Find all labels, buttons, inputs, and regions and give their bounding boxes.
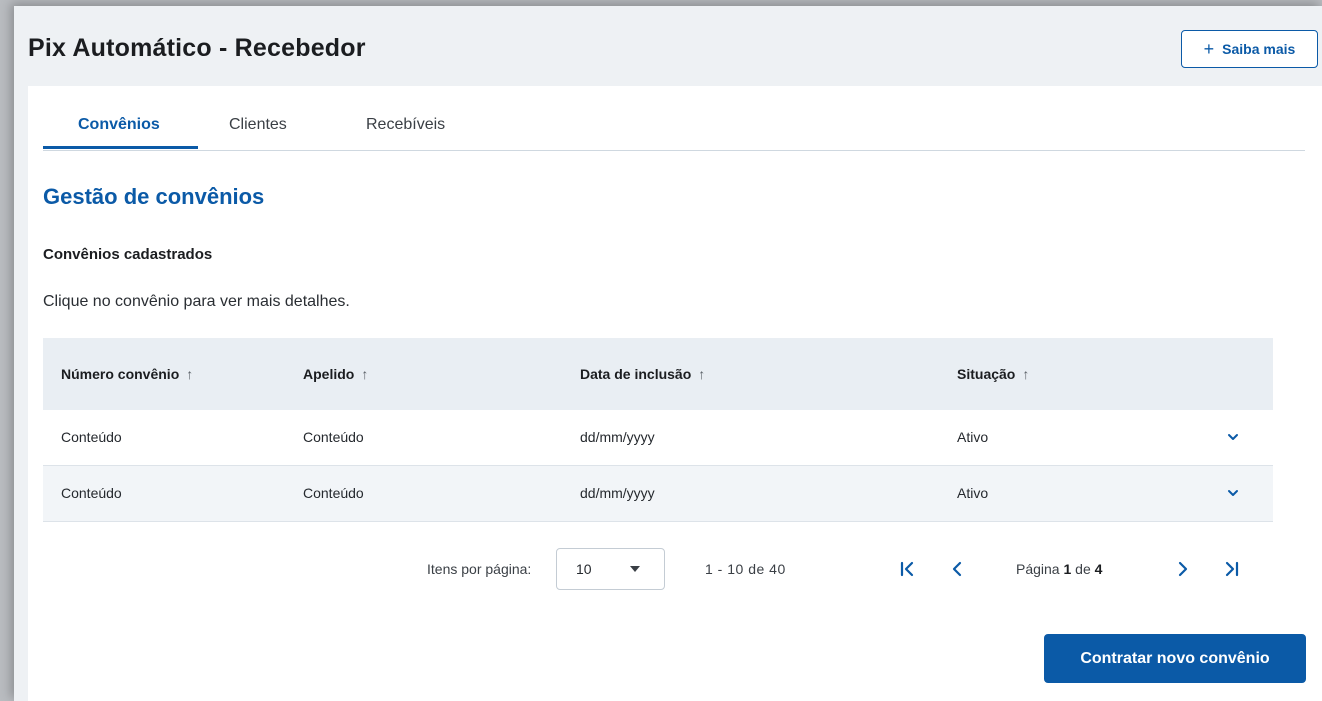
active-tab-indicator xyxy=(43,146,198,149)
pagination-range: 1 - 10 de 40 xyxy=(705,561,786,577)
current-page: 1 xyxy=(1063,561,1072,577)
tab-recebiveis[interactable]: Recebíveis xyxy=(366,116,445,149)
tab-bar: Convênios Clientes Recebíveis xyxy=(43,116,1305,151)
cell-situacao: Ativo xyxy=(957,429,989,445)
section-title: Gestão de convênios xyxy=(43,184,265,209)
hint-text: Clique no convênio para ver mais detalhe… xyxy=(43,293,350,310)
column-header-situacao[interactable]: Situação ↑ xyxy=(957,366,1029,382)
pagination: Itens por página: 10 1 - 10 de 40 Página… xyxy=(43,548,1273,592)
caret-down-icon xyxy=(630,566,640,572)
cell-data: dd/mm/yyyy xyxy=(580,485,655,501)
column-header-numero[interactable]: Número convênio ↑ xyxy=(61,366,193,382)
saiba-mais-label: Saiba mais xyxy=(1222,41,1296,57)
column-header-apelido[interactable]: Apelido ↑ xyxy=(303,366,368,382)
arrow-up-icon: ↑ xyxy=(1022,366,1030,382)
last-page-icon[interactable] xyxy=(1223,560,1241,578)
page-title: Pix Automático - Recebedor xyxy=(28,34,366,62)
app-window: Pix Automático - Recebedor + Saiba mais … xyxy=(14,6,1322,701)
subsection-title: Convênios cadastrados xyxy=(43,246,213,263)
items-per-page-label: Itens por página: xyxy=(427,561,532,577)
cell-situacao: Ativo xyxy=(957,485,989,501)
cell-data: dd/mm/yyyy xyxy=(580,429,655,445)
plus-icon: + xyxy=(1203,39,1215,59)
cell-apelido: Conteúdo xyxy=(303,429,364,445)
chevron-down-icon[interactable] xyxy=(1226,486,1240,500)
arrow-up-icon: ↑ xyxy=(698,366,706,382)
previous-page-icon[interactable] xyxy=(948,560,966,578)
next-page-icon[interactable] xyxy=(1174,560,1192,578)
table-row[interactable]: Conteúdo Conteúdo dd/mm/yyyy Ativo xyxy=(43,466,1273,522)
arrow-up-icon: ↑ xyxy=(361,366,369,382)
table-row[interactable]: Conteúdo Conteúdo dd/mm/yyyy Ativo xyxy=(43,410,1273,466)
convenios-table: Número convênio ↑ Apelido ↑ Data de incl… xyxy=(43,338,1273,522)
items-per-page-value: 10 xyxy=(576,561,592,577)
tab-clientes[interactable]: Clientes xyxy=(229,116,287,149)
cell-numero: Conteúdo xyxy=(61,485,122,501)
items-per-page-select[interactable]: 10 xyxy=(556,548,665,590)
cell-apelido: Conteúdo xyxy=(303,485,364,501)
total-pages: 4 xyxy=(1094,561,1103,577)
tab-convenios[interactable]: Convênios xyxy=(78,116,160,149)
content-card: Convênios Clientes Recebíveis Gestão de … xyxy=(28,86,1322,701)
chevron-down-icon[interactable] xyxy=(1226,430,1240,444)
saiba-mais-button[interactable]: + Saiba mais xyxy=(1181,30,1318,68)
arrow-up-icon: ↑ xyxy=(186,366,194,382)
table-header: Número convênio ↑ Apelido ↑ Data de incl… xyxy=(43,338,1273,410)
column-header-data[interactable]: Data de inclusão ↑ xyxy=(580,366,705,382)
contratar-novo-convenio-button[interactable]: Contratar novo convênio xyxy=(1044,634,1306,683)
cell-numero: Conteúdo xyxy=(61,429,122,445)
page-indicator: Página 1 de 4 xyxy=(1016,561,1103,577)
first-page-icon[interactable] xyxy=(898,560,916,578)
